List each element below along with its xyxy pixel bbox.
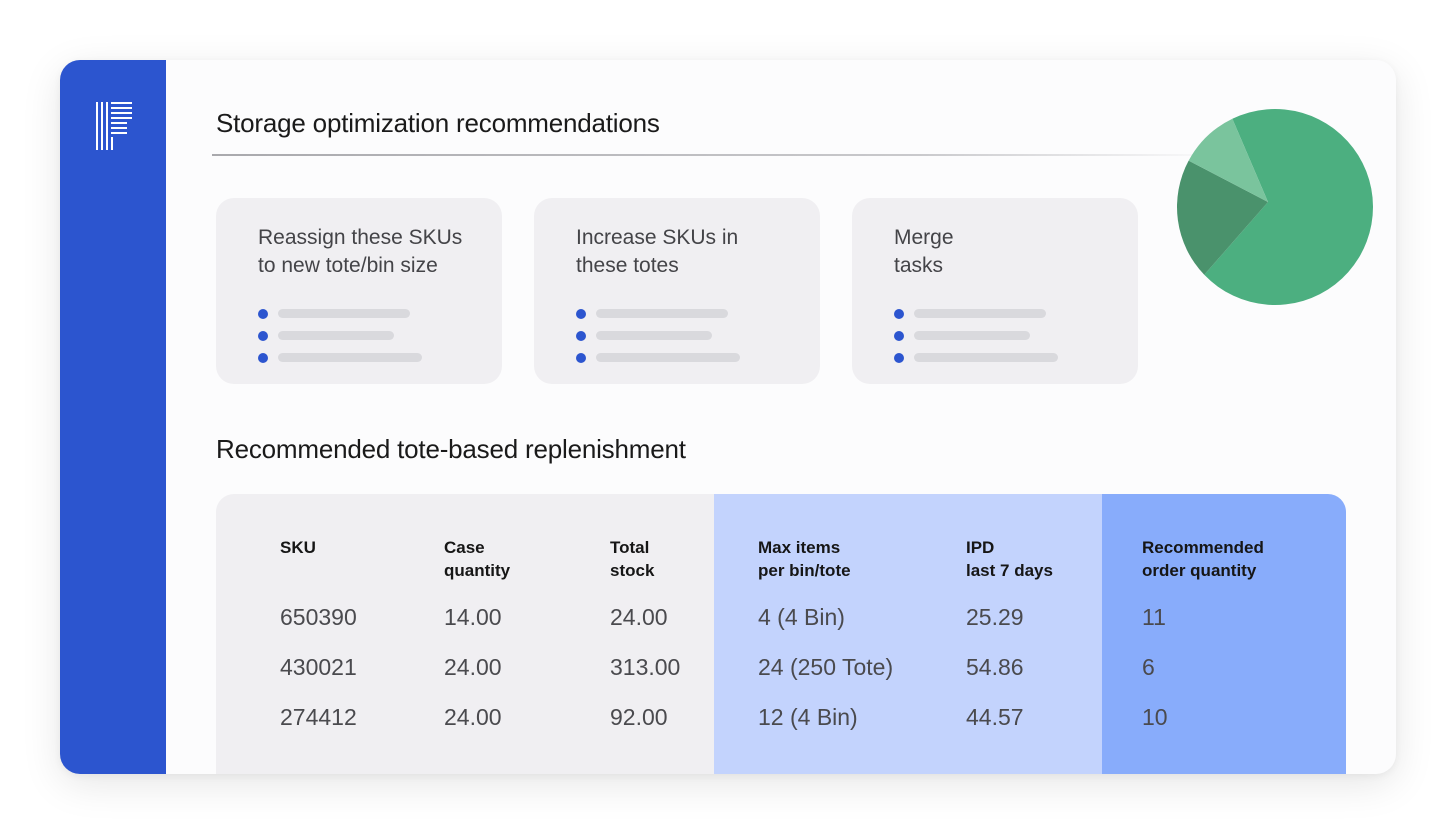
table-cell-case-quantity: 24.00 xyxy=(444,654,502,680)
section-title: Recommended tote-based replenishment xyxy=(216,434,686,464)
column-header-ipd: IPD last 7 days xyxy=(966,538,1053,580)
table-cell-recommended-order: 11 xyxy=(1142,604,1166,630)
table-cell-ipd: 54.86 xyxy=(966,654,1024,680)
bullet-icon xyxy=(576,353,586,363)
bullet-icon xyxy=(894,353,904,363)
placeholder-line xyxy=(596,353,740,362)
table-cell-total-stock: 313.00 xyxy=(610,654,681,680)
bullet-icon xyxy=(576,331,586,341)
placeholder-line xyxy=(914,309,1046,318)
recommendation-title: Merge tasks xyxy=(894,226,954,277)
main-panel: Storage optimization recommendations Rea… xyxy=(60,60,1396,774)
column-header-max-items: Max items per bin/tote xyxy=(758,538,851,580)
table-cell-total-stock: 92.00 xyxy=(610,704,668,730)
placeholder-line xyxy=(596,331,712,340)
table-cell-recommended-order: 10 xyxy=(1142,704,1168,730)
placeholder-line xyxy=(914,331,1030,340)
recommendation-title: Reassign these SKUs to new tote/bin size xyxy=(258,226,463,277)
recommendation-card-reassign[interactable]: Reassign these SKUs to new tote/bin size xyxy=(216,198,502,384)
replenishment-table: SKU Case quantity Total stock Max items per… xyxy=(216,494,1346,774)
recommendation-title: Increase SKUs in these totes xyxy=(576,226,739,277)
table-cell-sku: 650390 xyxy=(280,604,357,630)
table-cell-sku: 430021 xyxy=(280,654,357,680)
pie-chart xyxy=(1177,109,1373,305)
table-cell-total-stock: 24.00 xyxy=(610,604,668,630)
placeholder-line xyxy=(278,331,394,340)
column-header-case-quantity: Case quantity xyxy=(444,538,511,580)
column-header-total-stock: Total stock xyxy=(610,538,655,580)
bullet-icon xyxy=(258,353,268,363)
column-header-recommended-order: Recommended order quantity xyxy=(1142,538,1264,580)
logo-icon[interactable] xyxy=(96,102,132,150)
bullet-icon xyxy=(894,331,904,341)
table-cell-max-items: 12 (4 Bin) xyxy=(758,704,858,730)
bullet-icon xyxy=(576,309,586,319)
sidebar xyxy=(60,60,166,774)
table-cell-ipd: 25.29 xyxy=(966,604,1024,630)
column-header-sku: SKU xyxy=(280,538,316,557)
table-cell-max-items: 4 (4 Bin) xyxy=(758,604,845,630)
page-title: Storage optimization recommendations xyxy=(216,108,660,138)
table-cell-recommended-order: 6 xyxy=(1142,654,1155,680)
placeholder-line xyxy=(278,309,410,318)
recommendation-card-increase[interactable]: Increase SKUs in these totes xyxy=(534,198,820,384)
placeholder-line xyxy=(278,353,422,362)
bullet-icon xyxy=(258,331,268,341)
bullet-icon xyxy=(894,309,904,319)
table-cell-max-items: 24 (250 Tote) xyxy=(758,654,894,680)
table-cell-ipd: 44.57 xyxy=(966,704,1024,730)
bullet-icon xyxy=(258,309,268,319)
placeholder-line xyxy=(914,353,1058,362)
recommendation-card-merge[interactable]: Merge tasks xyxy=(852,198,1138,384)
title-divider xyxy=(212,154,1222,156)
placeholder-line xyxy=(596,309,728,318)
table-cell-case-quantity: 24.00 xyxy=(444,704,502,730)
table-cell-sku: 274412 xyxy=(280,704,357,730)
table-cell-case-quantity: 14.00 xyxy=(444,604,502,630)
